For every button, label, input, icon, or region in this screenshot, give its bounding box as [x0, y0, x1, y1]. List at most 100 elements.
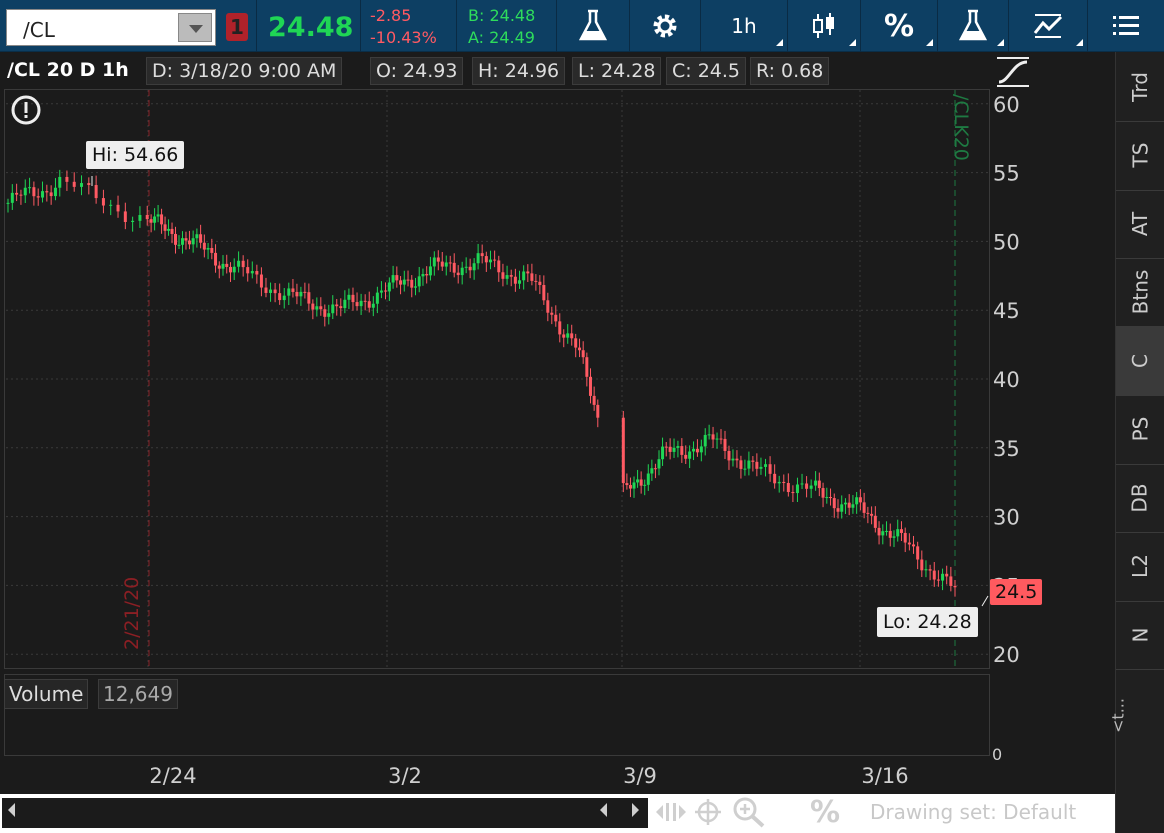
candle-body	[287, 288, 291, 296]
contract-roll-label: /CLK20	[950, 94, 972, 161]
candle-body	[843, 502, 847, 505]
candle-body	[805, 483, 809, 489]
candle-body	[809, 485, 813, 489]
candle-body	[259, 274, 263, 288]
candle-body	[885, 530, 889, 532]
x-tick-label: 2/24	[149, 764, 196, 788]
candle-body	[138, 214, 142, 221]
candle-body	[206, 248, 210, 250]
collapse-panel-tag[interactable]: <t...	[1109, 686, 1128, 746]
candle-body	[695, 448, 699, 453]
side-tab-n[interactable]: N	[1116, 600, 1164, 670]
side-tab-c[interactable]: C	[1116, 326, 1164, 396]
candle-body	[160, 214, 164, 225]
side-tab-label: N	[1128, 627, 1152, 642]
candle-body	[817, 480, 821, 489]
candle-body	[109, 204, 113, 206]
candle-body	[542, 285, 546, 301]
candle-body	[916, 546, 920, 560]
candle-body	[777, 481, 781, 484]
candle-body	[723, 438, 727, 451]
x-tick-label: 3/9	[623, 764, 657, 788]
candle-body	[101, 198, 105, 206]
candle-body	[596, 404, 600, 418]
candle-body	[731, 458, 735, 461]
side-tab-btns[interactable]: Btns	[1116, 258, 1164, 328]
candle-body	[684, 454, 688, 459]
candle-body	[907, 542, 911, 545]
candle-body	[825, 497, 829, 499]
horizontal-scrollbar[interactable]	[2, 798, 648, 828]
candle-body	[347, 294, 351, 300]
candle-body	[145, 214, 149, 220]
candle-body	[199, 234, 203, 243]
candle-body	[873, 515, 877, 528]
side-tab-label: Btns	[1127, 269, 1152, 315]
candle-body	[866, 512, 870, 514]
candle-body	[639, 479, 643, 486]
candle-body	[953, 585, 957, 588]
candle-body	[743, 468, 747, 470]
candle-body	[87, 183, 91, 186]
side-tab-label: L2	[1128, 554, 1152, 578]
candle-body	[65, 176, 69, 182]
candle-body	[628, 485, 632, 489]
side-tab-trd[interactable]: Trd	[1116, 52, 1164, 122]
candle-body	[646, 473, 650, 485]
y-tick-label: 40	[993, 368, 1020, 392]
candle-body	[307, 292, 311, 304]
candle-body	[941, 573, 945, 581]
candle-body	[509, 275, 513, 277]
candle-body	[41, 191, 45, 198]
exclamation-icon[interactable]	[10, 94, 42, 126]
candle-body	[221, 263, 225, 269]
low-pointer	[981, 595, 989, 607]
candle-body	[413, 286, 417, 288]
zoom-icon[interactable]	[732, 796, 766, 828]
side-tab-ts[interactable]: TS	[1116, 121, 1164, 191]
chart-window: /CL 1 24.48 -2.85 -10.43% B: 24.48 A: 24…	[0, 0, 1164, 833]
candle-body	[228, 266, 232, 273]
side-tab-l2[interactable]: L2	[1116, 532, 1164, 602]
candle-body	[58, 176, 62, 188]
candle-body	[888, 530, 892, 538]
candle-body	[786, 483, 790, 493]
candle-body	[851, 504, 855, 508]
candle-body	[773, 473, 777, 484]
pan-icon[interactable]	[654, 798, 688, 826]
candle-body	[592, 395, 596, 405]
crosshair-icon[interactable]	[694, 798, 722, 826]
candle-body	[840, 504, 844, 512]
candle-body	[550, 312, 554, 315]
candle-body	[566, 333, 570, 338]
candle-body	[832, 498, 836, 509]
scroll-left-icon[interactable]	[8, 803, 15, 817]
candle-body	[574, 338, 578, 348]
y-tick-label: 50	[993, 230, 1020, 254]
drawing-set-label[interactable]: Drawing set: Default	[870, 800, 1076, 824]
candle-body	[391, 275, 395, 283]
candle-body	[703, 434, 707, 447]
percent-scale-icon[interactable]: %	[810, 795, 840, 830]
candle-body	[402, 279, 406, 285]
candle-body	[167, 228, 171, 231]
side-tab-label: C	[1128, 353, 1152, 368]
candle-body	[464, 266, 468, 268]
side-tab-db[interactable]: DB	[1116, 463, 1164, 533]
candle-body	[19, 194, 23, 196]
y-tick-label: 20	[993, 643, 1020, 667]
side-tab-ps[interactable]: PS	[1116, 395, 1164, 465]
candle-body	[359, 300, 363, 307]
candle-body	[862, 502, 866, 513]
candle-body	[36, 196, 40, 198]
candle-body	[949, 576, 953, 586]
scroll-right-icon[interactable]	[632, 803, 639, 817]
scroll-back-icon[interactable]	[600, 803, 607, 817]
side-tab-at[interactable]: AT	[1116, 189, 1164, 259]
candle-body	[621, 417, 625, 484]
candle-body	[711, 434, 715, 440]
candle-body	[795, 484, 799, 494]
candle-body	[585, 357, 589, 377]
candle-body	[255, 271, 259, 275]
candle-body	[371, 303, 375, 308]
